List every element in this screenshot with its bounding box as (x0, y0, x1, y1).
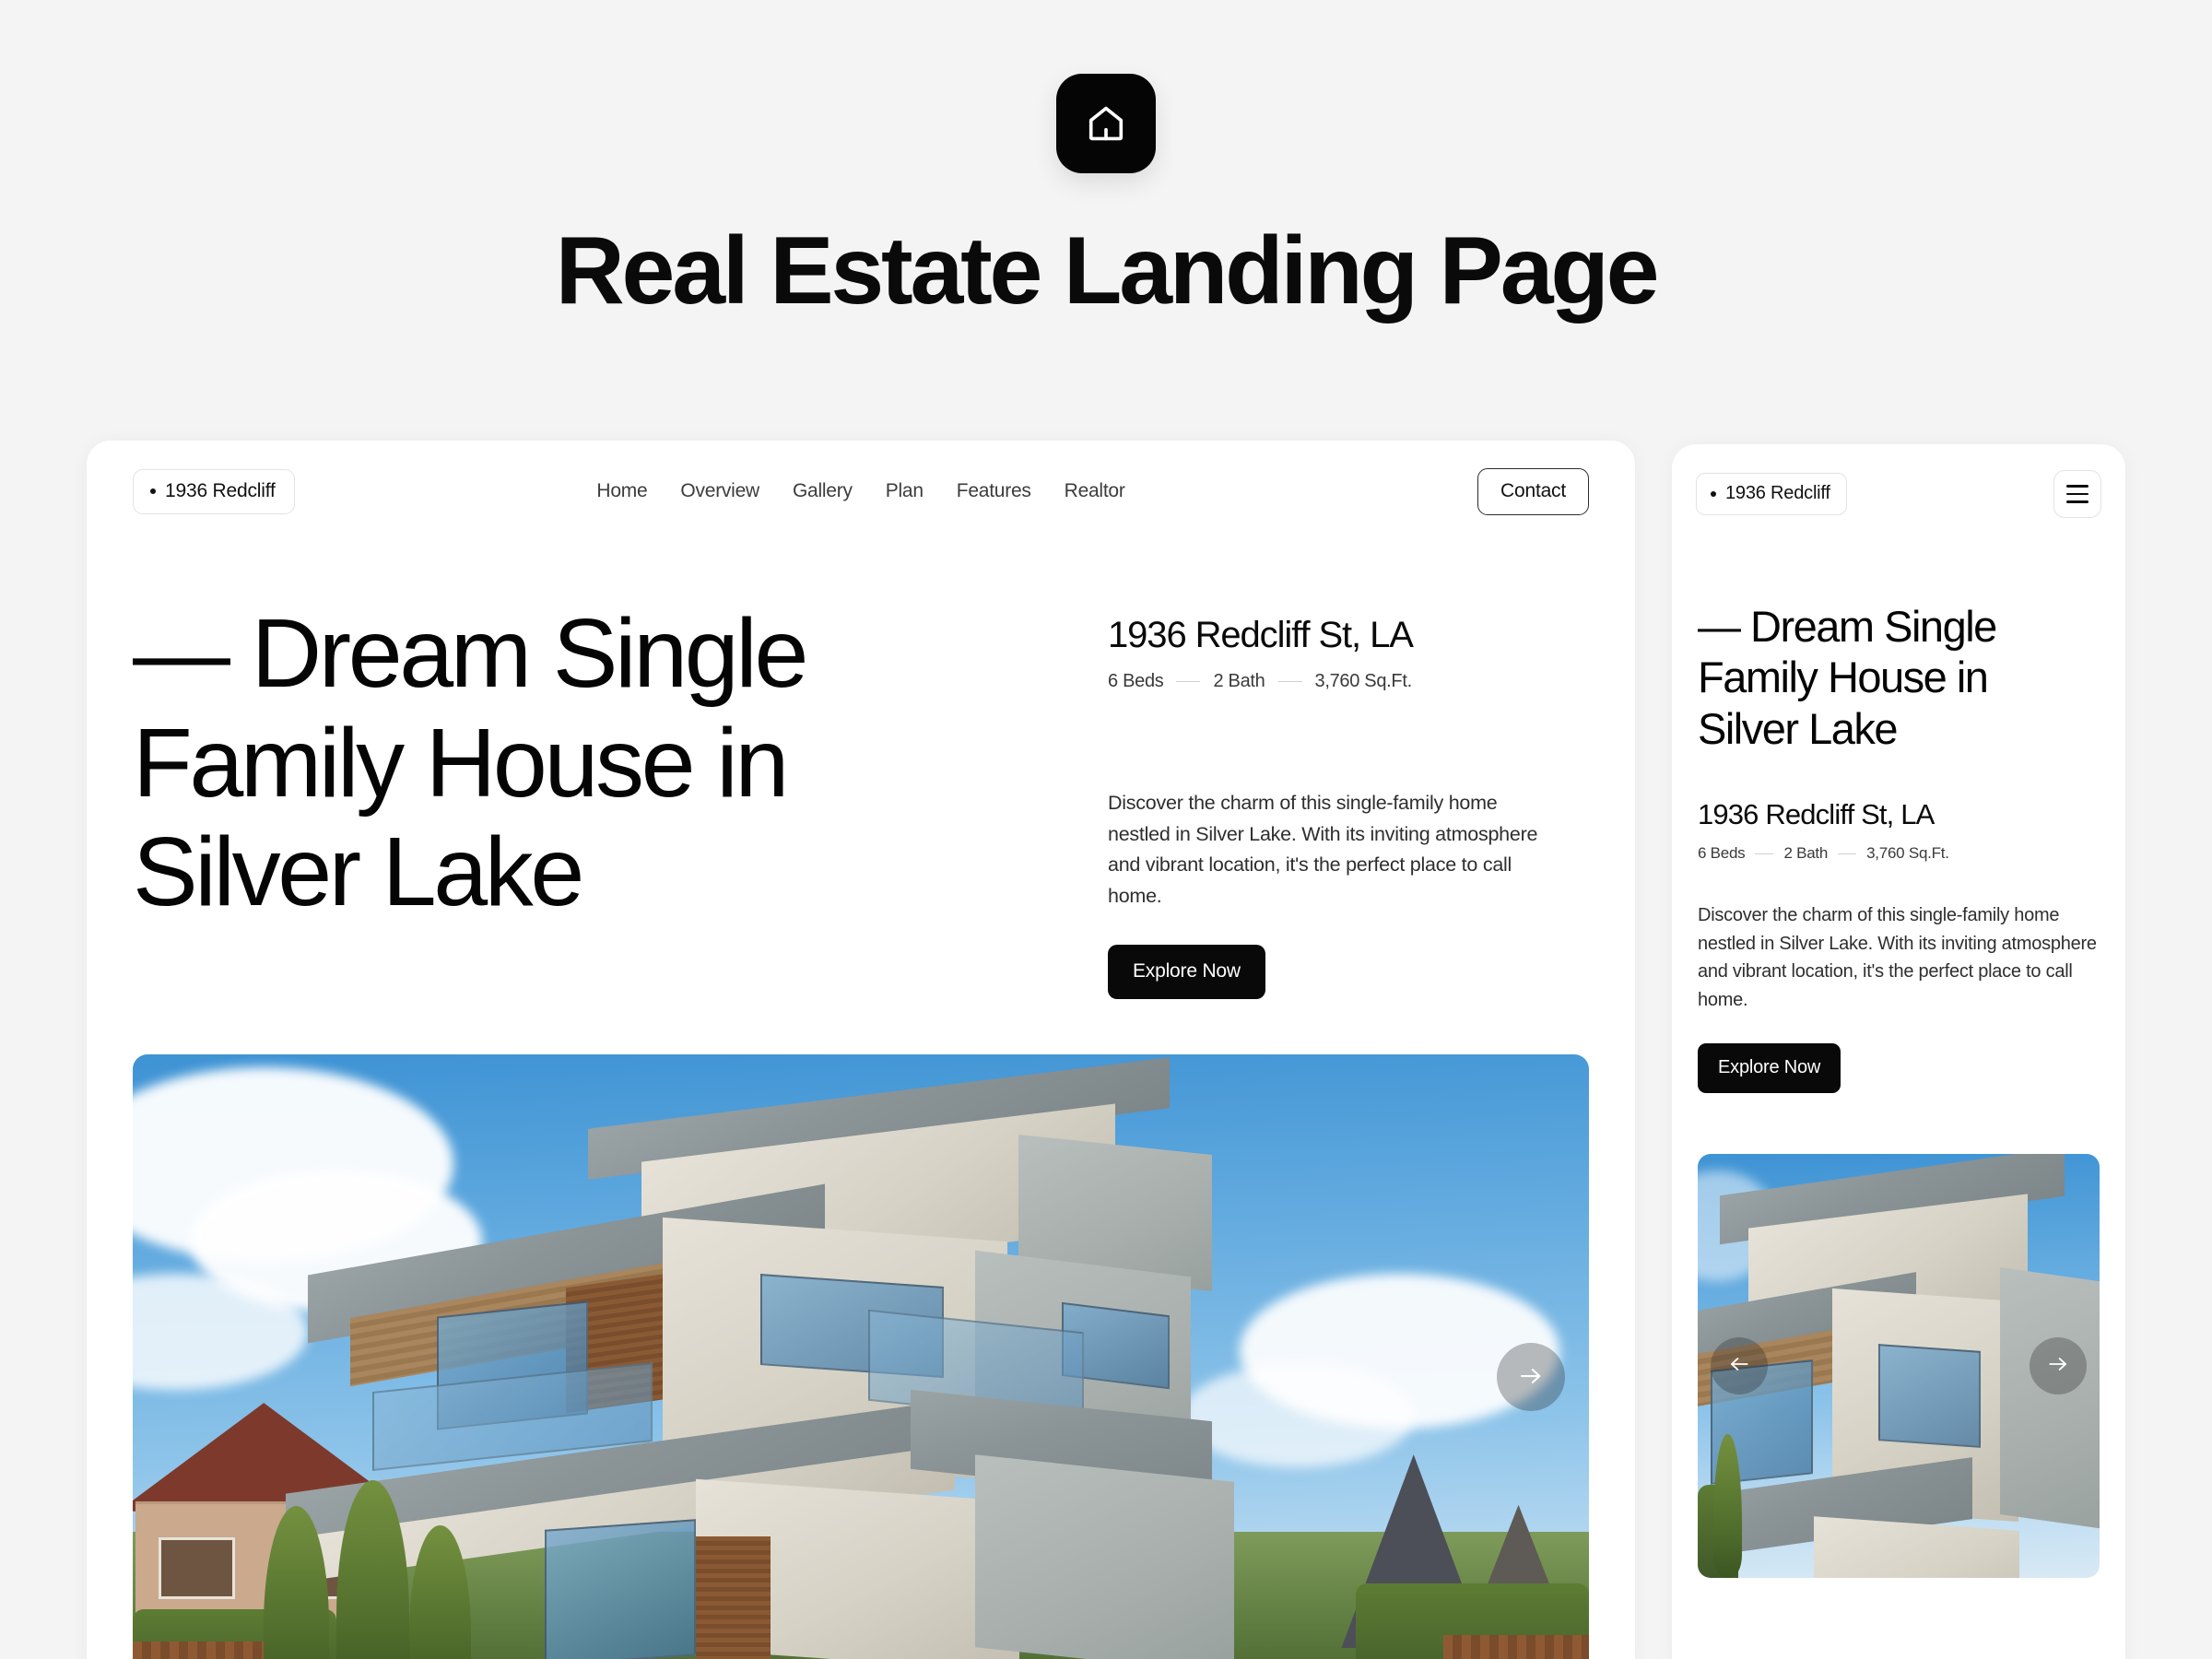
spec-divider (1277, 680, 1302, 683)
spec-bath: 2 Bath (1213, 671, 1265, 691)
mobile-explore-now-button[interactable]: Explore Now (1698, 1042, 1841, 1093)
arrow-right-icon (2046, 1352, 2070, 1379)
desktop-mockup: 1936 Redcliff Home Overview Gallery Plan… (87, 441, 1635, 1659)
mobile-navbar: 1936 Redcliff (1672, 444, 2125, 544)
carousel-next-button[interactable] (1497, 1343, 1565, 1412)
nav-item-features[interactable]: Features (957, 480, 1031, 502)
property-description: Discover the charm of this single-family… (1108, 792, 1538, 907)
hero-left-column: — Dream Single Family House in Silver La… (133, 599, 1054, 999)
home-icon (1085, 102, 1127, 145)
hero-title: — Dream Single Family House in Silver La… (133, 599, 808, 927)
mobile-carousel-prev-button[interactable] (1711, 1336, 1768, 1394)
app-logo (1056, 74, 1156, 173)
contact-button[interactable]: Contact (1477, 467, 1589, 515)
desktop-navbar: 1936 Redcliff Home Overview Gallery Plan… (87, 441, 1635, 542)
hero-image-carousel (133, 1054, 1589, 1659)
bullet-dot-icon (150, 488, 156, 494)
modern-house (286, 1057, 1385, 1659)
primary-nav: Home Overview Gallery Plan Features Real… (596, 480, 1124, 502)
desktop-hero: — Dream Single Family House in Silver La… (87, 542, 1635, 1000)
mobile-carousel-next-button[interactable] (2030, 1336, 2087, 1394)
nav-item-overview[interactable]: Overview (680, 480, 759, 502)
mobile-property-description: Discover the charm of this single-family… (1698, 905, 2097, 1010)
property-photo (133, 1054, 1589, 1659)
brand-badge[interactable]: 1936 Redcliff (133, 468, 295, 514)
mobile-brand-badge-label: 1936 Redcliff (1725, 483, 1830, 503)
mobile-mockup: 1936 Redcliff — Dream Single Family Hous… (1672, 444, 2125, 1659)
mobile-spec-bath: 2 Bath (1783, 844, 1829, 863)
mobile-spec-beds: 6 Beds (1698, 844, 1746, 863)
mobile-property-specs: 6 Beds 2 Bath 3,760 Sq.Ft. (1698, 844, 2100, 863)
spec-area: 3,760 Sq.Ft. (1314, 671, 1413, 691)
arrow-right-icon (1517, 1362, 1545, 1393)
hamburger-icon-bar (2066, 492, 2088, 496)
menu-button[interactable] (2053, 470, 2101, 518)
nav-item-gallery[interactable]: Gallery (793, 480, 853, 502)
nav-item-realtor[interactable]: Realtor (1065, 480, 1125, 502)
nav-item-plan[interactable]: Plan (886, 480, 924, 502)
property-specs: 6 Beds 2 Bath 3,760 Sq.Ft. (1108, 671, 1589, 692)
brand-badge-label: 1936 Redcliff (165, 479, 276, 501)
page-title: Real Estate Landing Page (555, 218, 1660, 324)
mobile-hero-title: — Dream Single Family House in Silver La… (1698, 602, 1997, 753)
hamburger-icon-bar (2066, 485, 2088, 488)
mobile-property-address: 1936 Redcliff St, LA (1698, 798, 1935, 831)
nav-item-home[interactable]: Home (596, 480, 647, 502)
mobile-spec-divider (1838, 853, 1857, 855)
arrow-left-icon (1727, 1352, 1751, 1379)
mobile-spec-area: 3,760 Sq.Ft. (1866, 844, 1949, 863)
spec-divider (1176, 680, 1201, 683)
bullet-dot-icon (1711, 490, 1716, 497)
mobile-hero: — Dream Single Family House in Silver La… (1672, 544, 2125, 1093)
showcase-header: Real Estate Landing Page (0, 0, 2212, 319)
mobile-hero-image-carousel (1698, 1153, 2100, 1578)
mobile-brand-badge[interactable]: 1936 Redcliff (1696, 473, 1847, 515)
hamburger-icon-bar (2066, 500, 2088, 503)
property-address: 1936 Redcliff St, LA (1108, 615, 1414, 655)
spec-beds: 6 Beds (1108, 671, 1164, 691)
mobile-spec-divider (1755, 853, 1774, 855)
hero-right-column: 1936 Redcliff St, LA 6 Beds 2 Bath 3,760… (1054, 599, 1589, 1000)
explore-now-button[interactable]: Explore Now (1108, 945, 1265, 1000)
